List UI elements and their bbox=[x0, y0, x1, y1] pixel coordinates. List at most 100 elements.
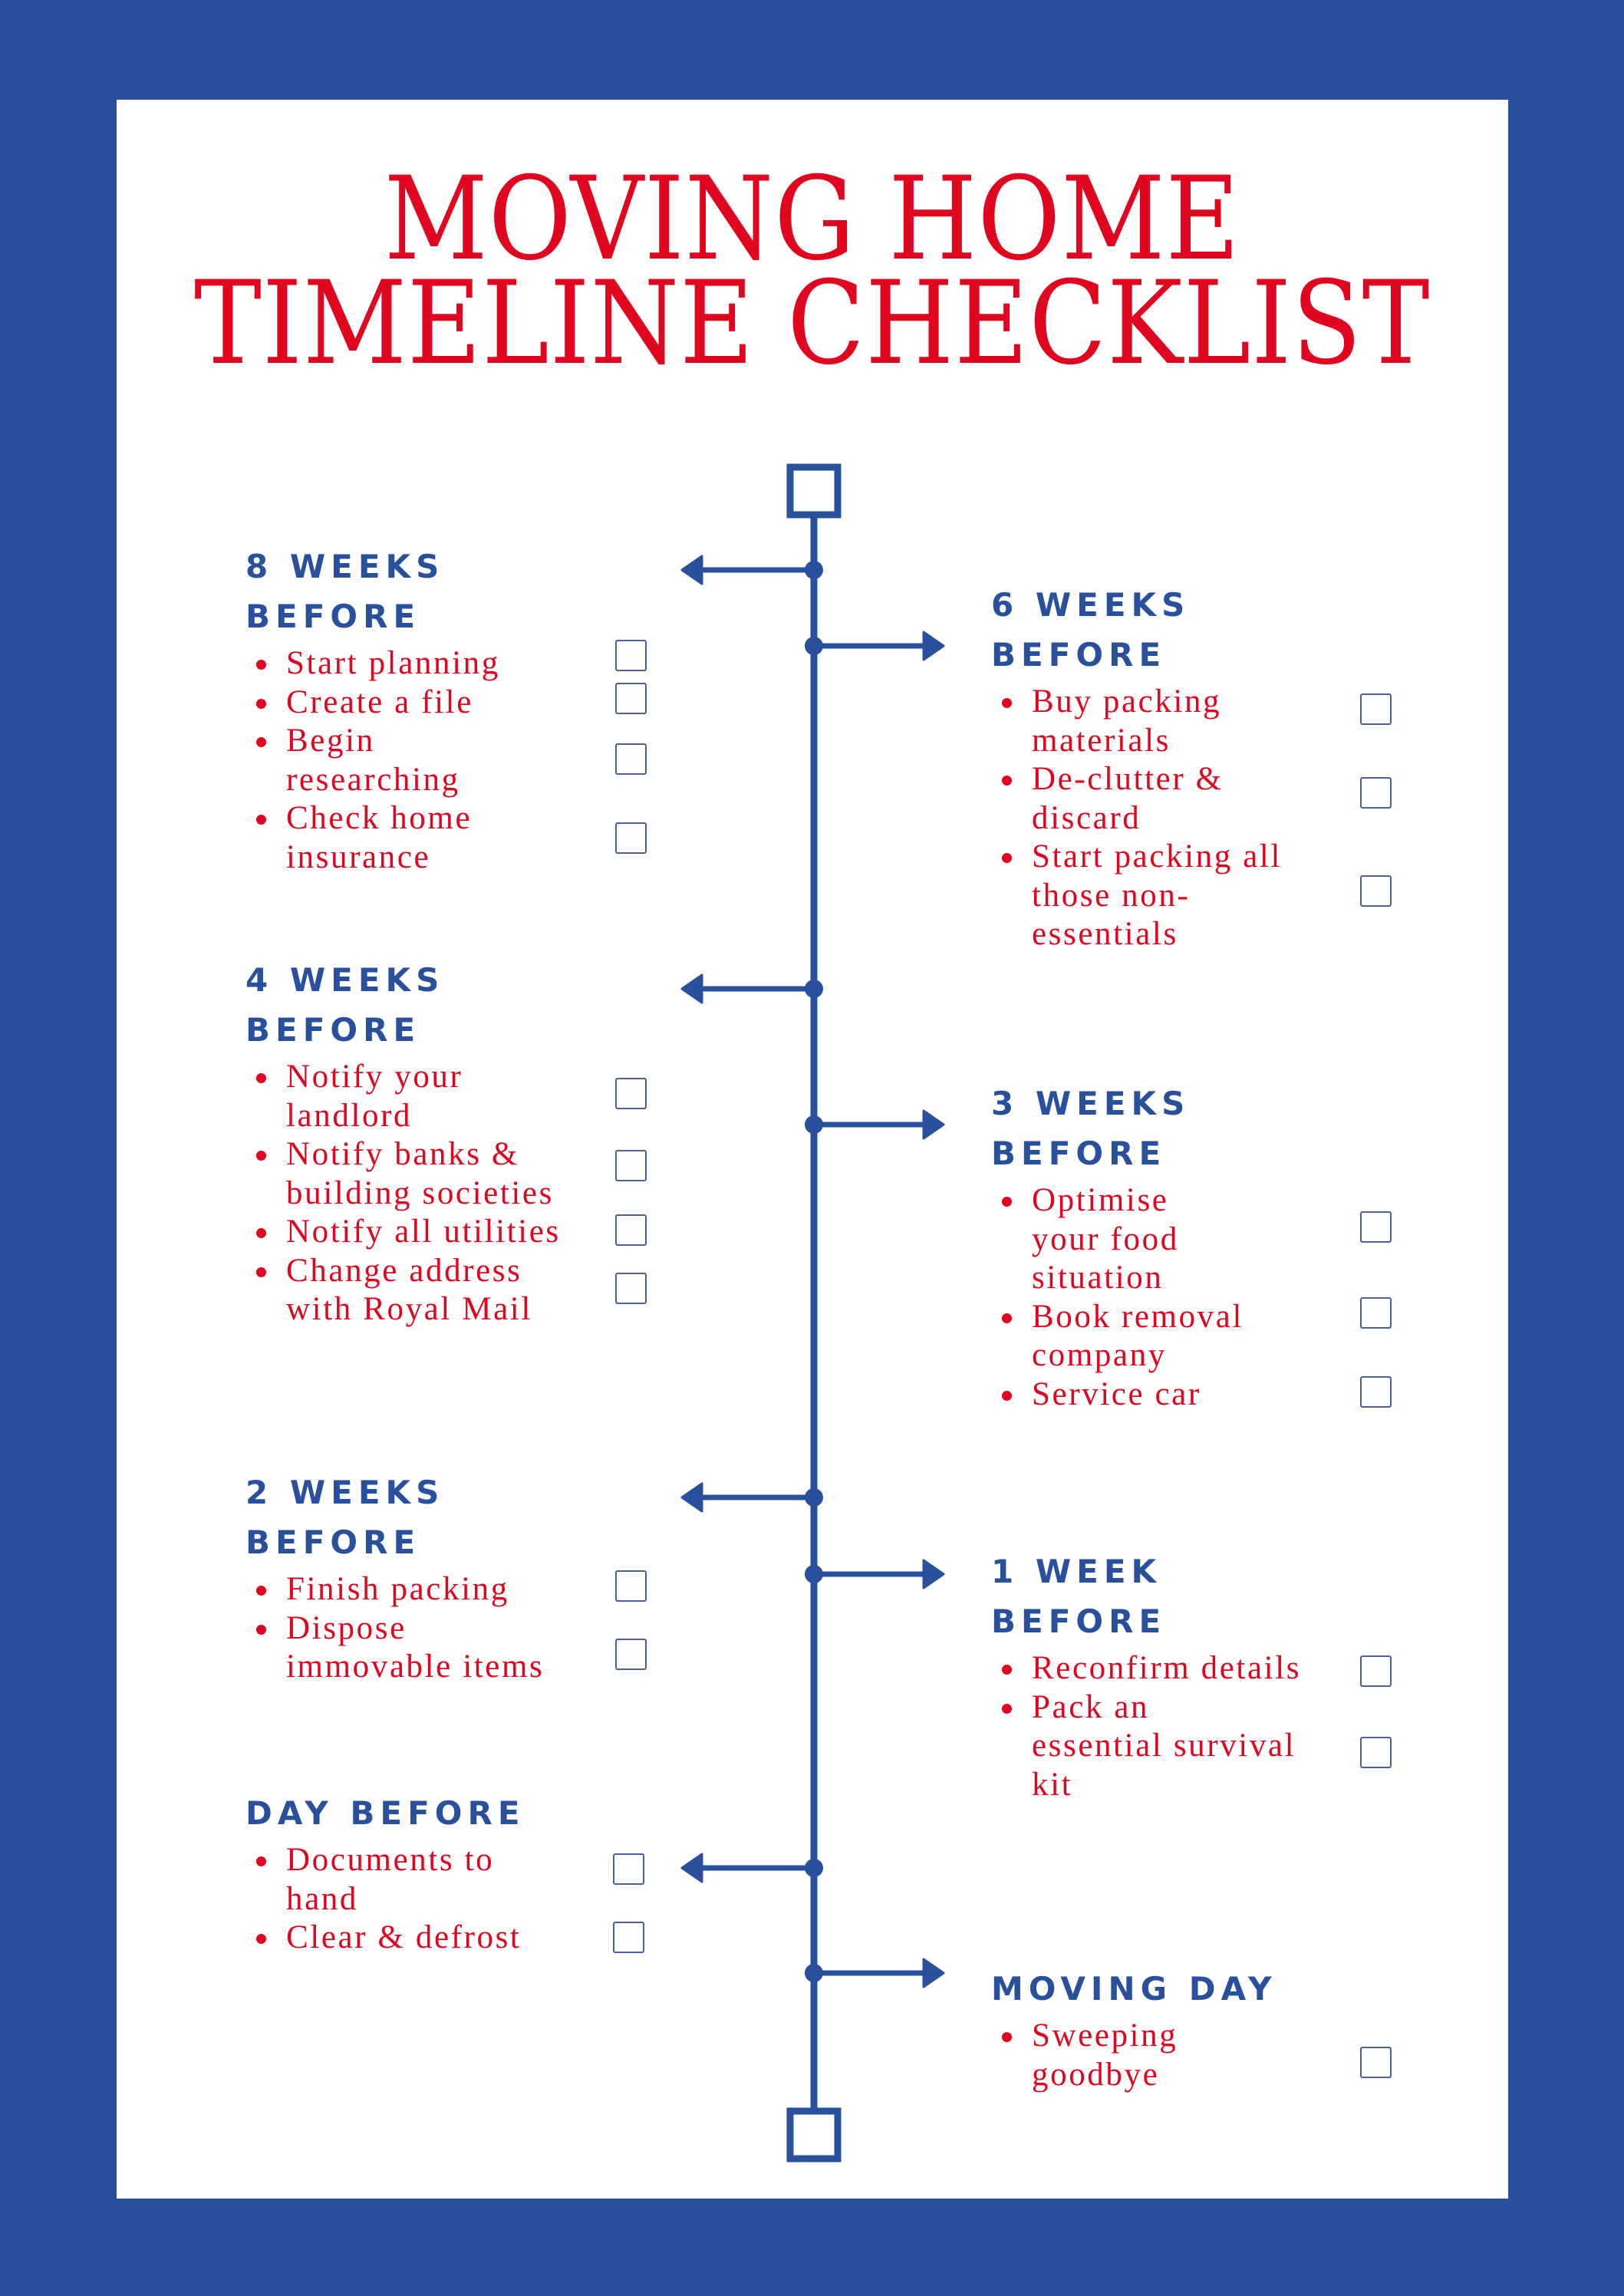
task-label: Check home insurance bbox=[286, 800, 473, 875]
section-1-week-before: 1 WEEK BEFORE Reconfirm details Pack an … bbox=[991, 1547, 1405, 1804]
task-list: Start planning Create a file Begin resea… bbox=[245, 644, 675, 877]
task-item: Reconfirm details bbox=[991, 1649, 1405, 1688]
bullet-icon bbox=[1002, 1703, 1012, 1714]
bullet-icon bbox=[256, 1856, 266, 1866]
section-4-weeks-before: 4 WEEKS BEFORE Notify your landlord Noti… bbox=[245, 955, 675, 1329]
task-item: Documents to hand bbox=[245, 1841, 675, 1919]
section-day-before: DAY BEFORE Documents to hand Clear & def… bbox=[245, 1788, 675, 1958]
task-checkbox-buy-packing-materials[interactable] bbox=[1360, 693, 1392, 725]
task-checkbox-finish-packing[interactable] bbox=[615, 1570, 647, 1602]
task-checkbox-reconfirm-details[interactable] bbox=[1360, 1655, 1392, 1687]
task-item: Pack an essential survival kit bbox=[991, 1688, 1405, 1805]
task-item: Create a file bbox=[245, 684, 675, 723]
section-6-weeks-before: 6 WEEKS BEFORE Buy packing materials De-… bbox=[991, 580, 1405, 954]
bullet-icon bbox=[1002, 1197, 1012, 1207]
bullet-icon bbox=[256, 1073, 266, 1083]
task-label: Optimise your food situation bbox=[1032, 1182, 1179, 1296]
title-line-1: MOVING HOME bbox=[384, 153, 1240, 286]
task-checkbox-optimise-food[interactable] bbox=[1360, 1211, 1392, 1243]
task-label: Sweeping goodbye bbox=[1032, 2018, 1178, 2093]
task-label: Change address with Royal Mail bbox=[286, 1252, 532, 1328]
bullet-icon bbox=[1002, 1665, 1012, 1675]
task-list: Optimise your food situation Book remova… bbox=[991, 1181, 1405, 1414]
task-list: Documents to hand Clear & defrost bbox=[245, 1841, 675, 1958]
task-checkbox-sweeping-goodbye[interactable] bbox=[1360, 2047, 1392, 2078]
bullet-icon bbox=[1002, 853, 1012, 863]
task-checkbox-documents-to-hand[interactable] bbox=[613, 1853, 644, 1885]
task-label: Start planning bbox=[286, 645, 500, 681]
task-label: Buy packing materials bbox=[1032, 684, 1222, 759]
task-item: Notify all utilities bbox=[245, 1213, 675, 1252]
bullet-icon bbox=[256, 1267, 266, 1277]
section-moving-day: MOVING DAY Sweeping goodbye bbox=[991, 1964, 1405, 2094]
bullet-icon bbox=[256, 1586, 266, 1596]
task-checkbox-clear-defrost[interactable] bbox=[613, 1922, 644, 1953]
bullet-icon bbox=[1002, 2032, 1012, 2042]
task-label: Finish packing bbox=[286, 1571, 509, 1607]
task-item: Book removal company bbox=[991, 1298, 1405, 1375]
task-list: Reconfirm details Pack an essential surv… bbox=[991, 1649, 1405, 1804]
bullet-icon bbox=[256, 1151, 266, 1161]
task-label: Create a file bbox=[286, 684, 473, 720]
task-item: Clear & defrost bbox=[245, 1919, 675, 1958]
task-label: Notify all utilities bbox=[286, 1214, 561, 1250]
task-checkbox-book-removal-company[interactable] bbox=[1360, 1297, 1392, 1329]
task-checkbox-notify-banks[interactable] bbox=[615, 1150, 647, 1181]
task-checkbox-service-car[interactable] bbox=[1360, 1376, 1392, 1408]
bullet-icon bbox=[256, 815, 266, 825]
task-checkbox-notify-landlord[interactable] bbox=[615, 1078, 647, 1109]
section-heading: 1 WEEK BEFORE bbox=[991, 1553, 1167, 1640]
task-item: Notify banks & building societies bbox=[245, 1135, 675, 1213]
task-label: Notify banks & building societies bbox=[286, 1136, 554, 1211]
task-checkbox-create-a-file[interactable] bbox=[615, 683, 647, 714]
task-label: Book removal company bbox=[1032, 1298, 1244, 1374]
task-label: De-clutter & discard bbox=[1032, 761, 1224, 836]
task-checkbox-notify-utilities[interactable] bbox=[615, 1214, 647, 1246]
bullet-icon bbox=[256, 1934, 266, 1944]
task-item: Service car bbox=[991, 1375, 1405, 1415]
task-item: Sweeping goodbye bbox=[991, 2017, 1405, 2094]
task-label: Pack an essential survival kit bbox=[1032, 1688, 1296, 1803]
task-label: Begin researching bbox=[286, 723, 460, 798]
task-item: Start planning bbox=[245, 644, 675, 684]
section-heading: 3 WEEKS BEFORE bbox=[991, 1085, 1191, 1172]
task-label: Notify your landlord bbox=[286, 1059, 463, 1134]
task-checkbox-start-planning[interactable] bbox=[615, 640, 647, 671]
task-checkbox-dispose-items[interactable] bbox=[615, 1639, 647, 1670]
task-item: Finish packing bbox=[245, 1570, 675, 1609]
task-list: Finish packing Dispose immovable items bbox=[245, 1570, 675, 1687]
section-heading: 2 WEEKS BEFORE bbox=[245, 1474, 445, 1561]
task-checkbox-start-packing-non-essentials[interactable] bbox=[1360, 875, 1392, 907]
task-label: Service car bbox=[1032, 1375, 1201, 1412]
section-3-weeks-before: 3 WEEKS BEFORE Optimise your food situat… bbox=[991, 1079, 1405, 1414]
bullet-icon bbox=[256, 660, 266, 670]
task-checkbox-change-address[interactable] bbox=[615, 1273, 647, 1304]
section-8-weeks-before: 8 WEEKS BEFORE Start planning Create a f… bbox=[245, 542, 675, 877]
bullet-icon bbox=[1002, 698, 1012, 708]
task-item: Notify your landlord bbox=[245, 1058, 675, 1135]
section-heading: DAY BEFORE bbox=[245, 1794, 525, 1832]
task-item: Check home insurance bbox=[245, 799, 675, 877]
task-item: Begin researching bbox=[245, 722, 675, 799]
task-list: Notify your landlord Notify banks & buil… bbox=[245, 1058, 675, 1329]
bullet-icon bbox=[256, 698, 266, 709]
section-2-weeks-before: 2 WEEKS BEFORE Finish packing Dispose im… bbox=[245, 1468, 675, 1687]
task-item: Start packing all those non- essentials bbox=[991, 838, 1405, 954]
task-item: De-clutter & discard bbox=[991, 760, 1405, 838]
task-checkbox-de-clutter-discard[interactable] bbox=[1360, 777, 1392, 809]
task-list: Sweeping goodbye bbox=[991, 2017, 1405, 2094]
task-label: Clear & defrost bbox=[286, 1919, 522, 1955]
task-label: Start packing all those non- essentials bbox=[1032, 838, 1283, 952]
task-checkbox-check-home-insurance[interactable] bbox=[615, 822, 647, 854]
task-item: Optimise your food situation bbox=[991, 1181, 1405, 1298]
task-checkbox-begin-researching[interactable] bbox=[615, 743, 647, 775]
section-heading: 6 WEEKS BEFORE bbox=[991, 586, 1191, 674]
section-heading: 4 WEEKS BEFORE bbox=[245, 961, 445, 1049]
section-heading: MOVING DAY bbox=[991, 1970, 1277, 2008]
bullet-icon bbox=[256, 1624, 266, 1635]
task-label: Reconfirm details bbox=[1032, 1650, 1302, 1686]
task-item: Dispose immovable items bbox=[245, 1609, 675, 1687]
bullet-icon bbox=[1002, 1390, 1012, 1401]
task-list: Buy packing materials De-clutter & disca… bbox=[991, 683, 1405, 954]
task-checkbox-survival-kit[interactable] bbox=[1360, 1737, 1392, 1768]
